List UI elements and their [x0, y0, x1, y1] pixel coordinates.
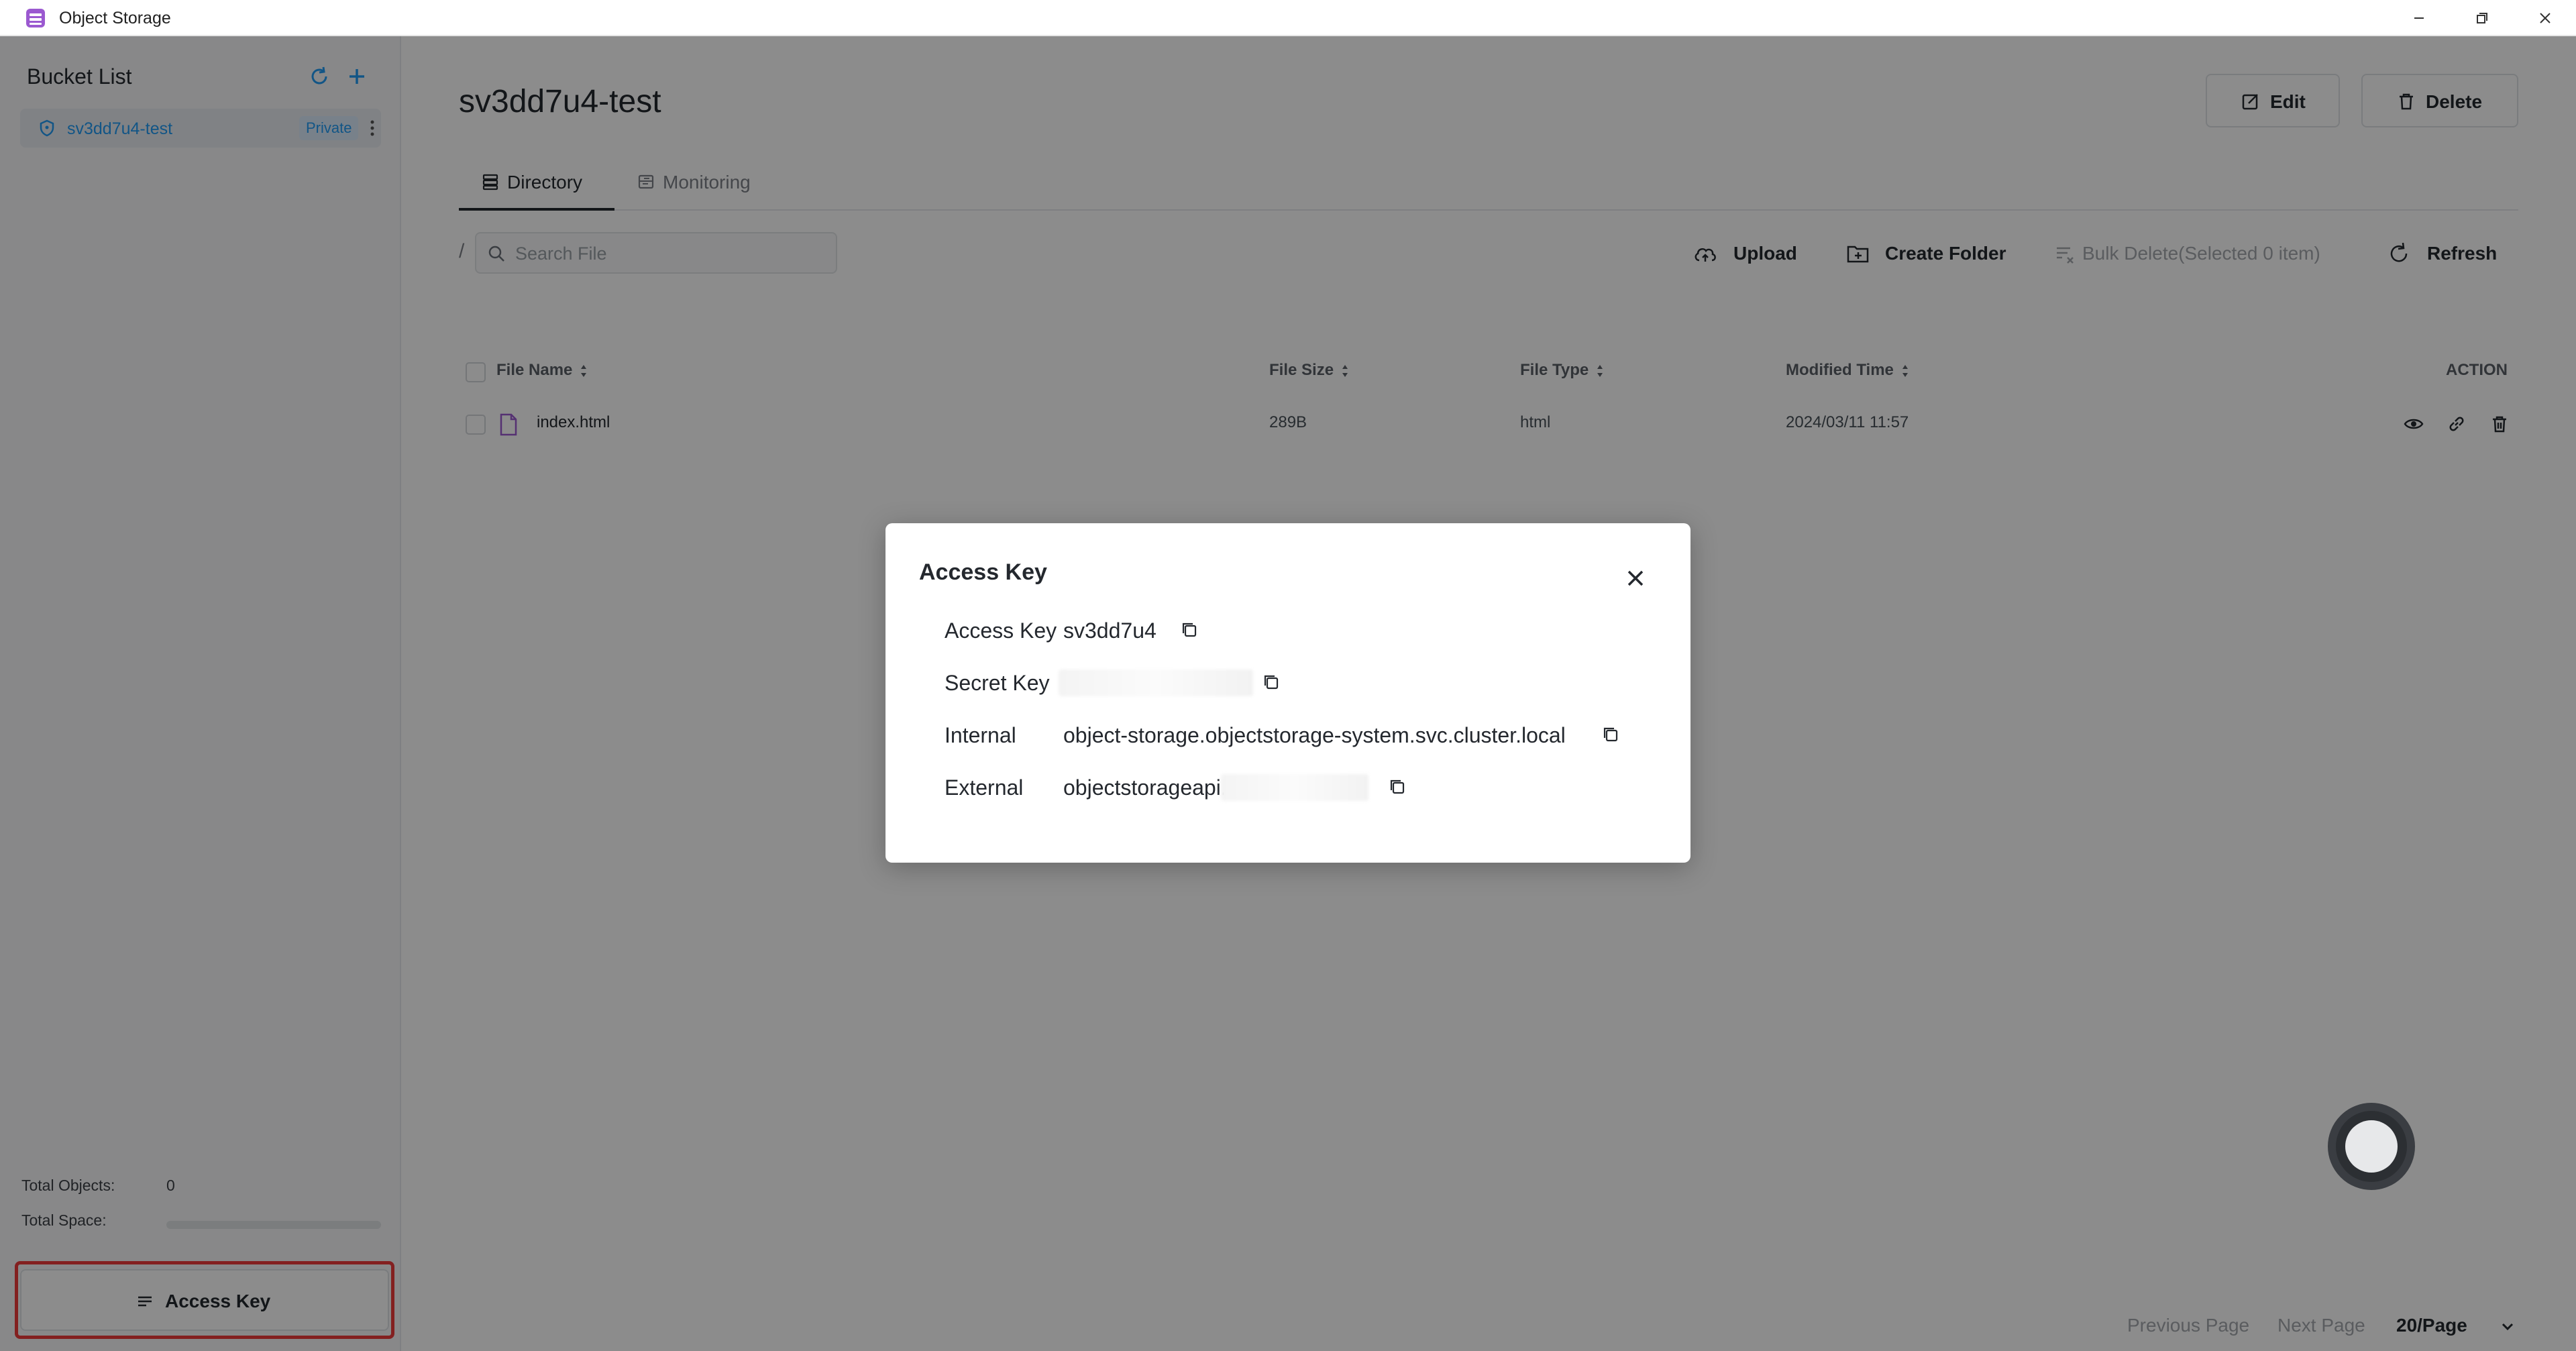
title-bar: Object Storage	[0, 0, 2576, 36]
app-logo-icon	[26, 9, 45, 28]
minimize-icon	[2414, 17, 2424, 19]
restore-icon	[2477, 13, 2487, 23]
internal-endpoint-value: object-storage.objectstorage-system.svc.…	[1063, 723, 1566, 747]
minimize-button[interactable]	[2399, 4, 2439, 32]
external-row: External objectstorageapi.	[945, 773, 1615, 802]
assistant-icon	[2345, 1120, 2398, 1173]
access-key-value: sv3dd7u4	[1063, 618, 1157, 643]
external-label: External	[945, 775, 1024, 800]
internal-row: Internal object-storage.objectstorage-sy…	[945, 720, 1656, 750]
access-key-label: Access Key	[945, 618, 1057, 643]
access-key-row: Access Key sv3dd7u4	[945, 616, 1615, 645]
secret-key-label: Secret Key	[945, 671, 1050, 695]
copy-icon[interactable]	[1387, 777, 1407, 797]
external-endpoint-value: objectstorageapi.	[1063, 775, 1227, 800]
window-title: Object Storage	[59, 9, 171, 28]
copy-icon[interactable]	[1601, 724, 1621, 745]
secret-key-row: Secret Key	[945, 668, 1615, 698]
copy-icon[interactable]	[1179, 620, 1199, 640]
modal-title: Access Key	[919, 559, 1047, 585]
close-icon	[2540, 13, 2551, 23]
access-key-modal: Access Key Access Key sv3dd7u4 Secret Ke…	[885, 523, 1690, 863]
internal-label: Internal	[945, 723, 1016, 747]
close-window-button[interactable]	[2525, 4, 2565, 32]
floating-assistant-button[interactable]	[2328, 1103, 2415, 1190]
close-icon[interactable]	[1621, 563, 1650, 593]
redacted-secret	[1059, 669, 1253, 696]
restore-button[interactable]	[2462, 4, 2502, 32]
redacted-external	[1221, 774, 1368, 801]
copy-icon[interactable]	[1261, 672, 1281, 692]
